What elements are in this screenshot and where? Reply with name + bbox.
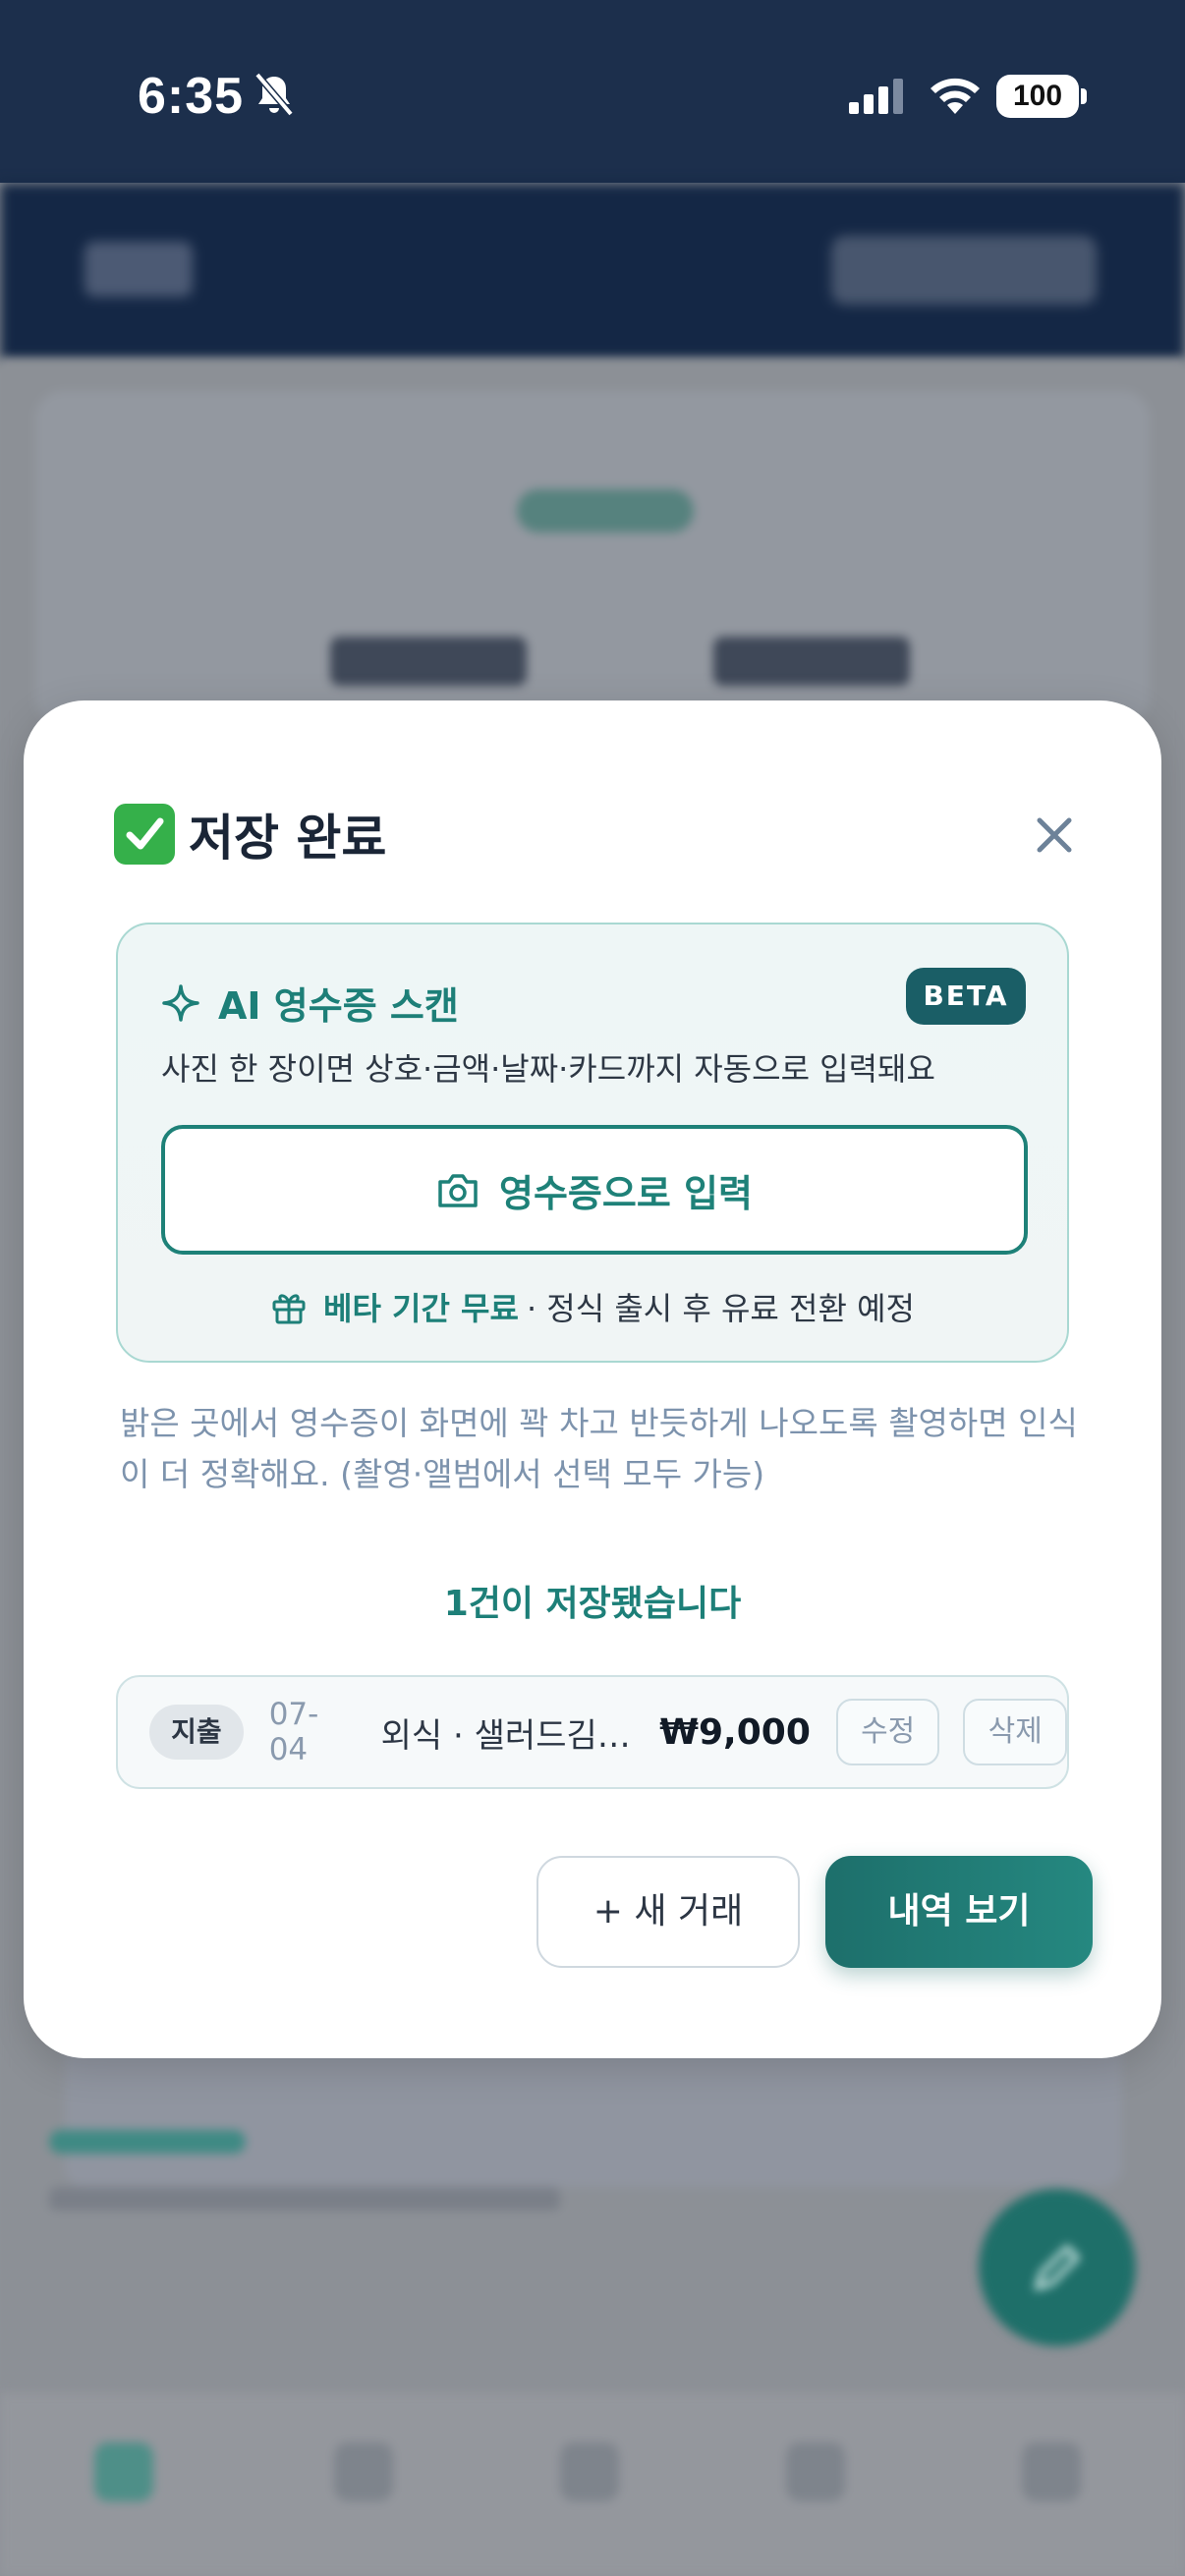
summary-card-blurred — [35, 391, 1150, 725]
transaction-type-badge: 지출 — [149, 1705, 244, 1760]
save-complete-modal: 저장 완료 AI 영수증 스캔 BETA 사진 한 장이면 상호·금액·날짜·카… — [24, 700, 1161, 2058]
edit-button[interactable]: 수정 — [835, 1699, 940, 1765]
scan-tip: 밝은 곳에서 영수증이 화면에 꽉 차고 반듯하게 나오도록 촬영하면 인식이 … — [120, 1404, 1078, 1493]
status-bar: 6:35 100 — [0, 0, 1185, 183]
gift-icon — [272, 1294, 306, 1324]
status-time: 6:35 — [138, 68, 245, 125]
pencil-icon — [1034, 2244, 1081, 2291]
scan-description: 사진 한 장이면 상호·금액·날짜·카드까지 자동으로 입력돼요 — [161, 1050, 935, 1088]
bell-slash-icon — [254, 72, 294, 117]
saved-message: 1건이 저장됐습니다 — [443, 1584, 742, 1624]
promo-strong: 베타 기간 무료 — [323, 1290, 519, 1327]
transaction-row: 지출 07-04 외식 · 샐러드김… ₩9,000 수정 삭제 — [116, 1675, 1069, 1789]
scan-title: AI 영수증 스캔 — [218, 984, 459, 1028]
sparkle-icon — [162, 983, 199, 1022]
compose-fab — [979, 2189, 1136, 2346]
wifi-icon — [931, 78, 980, 114]
battery-icon: 100 — [996, 75, 1087, 118]
delete-button[interactable]: 삭제 — [963, 1699, 1067, 1765]
transaction-description: 외식 · 샐러드김… — [380, 1715, 631, 1756]
cellular-signal-icon — [849, 79, 903, 114]
receipt-input-label: 영수증으로 입력 — [499, 1171, 753, 1215]
header-logo-blurred — [831, 236, 1097, 305]
camera-icon — [438, 1174, 478, 1207]
beta-badge: BETA — [906, 968, 1026, 1025]
promo-rest: · 정식 출시 후 유료 전환 예정 — [526, 1290, 915, 1327]
new-transaction-button[interactable]: + 새 거래 — [536, 1856, 800, 1968]
app-header — [0, 183, 1185, 360]
transaction-amount: ₩9,000 — [659, 1711, 811, 1753]
beta-promo: 베타 기간 무료 · 정식 출시 후 유료 전환 예정 — [118, 1284, 1067, 1329]
header-title-blurred — [85, 242, 193, 297]
transaction-date: 07-04 — [268, 1697, 319, 1767]
close-icon[interactable] — [1030, 811, 1079, 860]
scan-card-header: AI 영수증 스캔 — [161, 976, 459, 1030]
modal-title: 저장 완료 — [189, 810, 387, 867]
check-mark-icon — [114, 804, 175, 865]
receipt-input-button[interactable]: 영수증으로 입력 — [161, 1125, 1028, 1255]
ai-receipt-scan-card: AI 영수증 스캔 BETA 사진 한 장이면 상호·금액·날짜·카드까지 자동… — [116, 923, 1069, 1363]
tab-bar — [0, 2393, 1185, 2576]
modal-header: 저장 완료 — [114, 803, 386, 867]
view-history-button[interactable]: 내역 보기 — [825, 1856, 1093, 1968]
